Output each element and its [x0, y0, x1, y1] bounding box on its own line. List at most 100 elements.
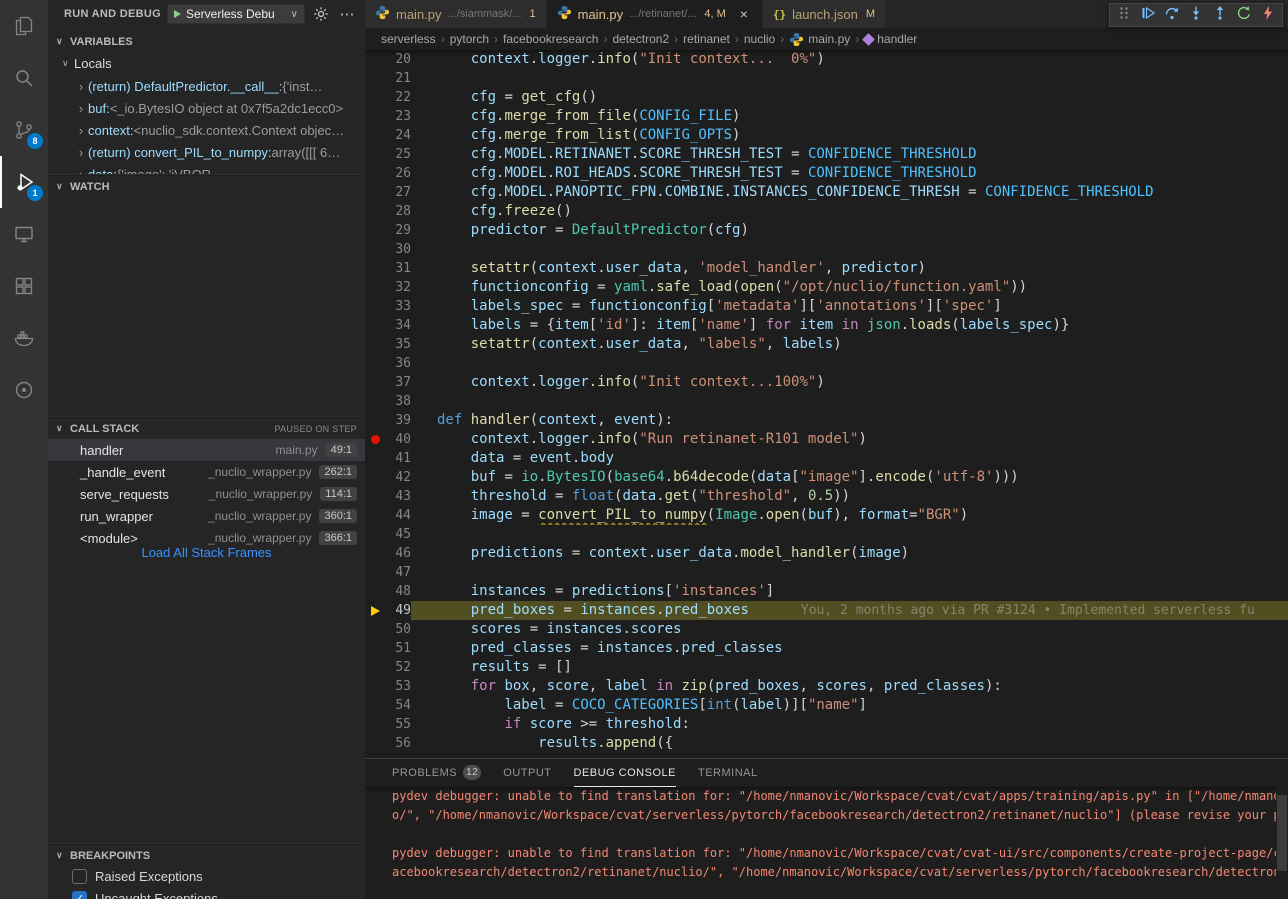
- activity-explorer[interactable]: [0, 0, 48, 52]
- breadcrumb-item-detectron2[interactable]: detectron2: [612, 32, 669, 46]
- gutter-glyph[interactable]: [365, 373, 385, 392]
- code-line[interactable]: 39def handler(context, event):: [365, 411, 1288, 430]
- gutter-glyph[interactable]: [365, 297, 385, 316]
- disconnect-button[interactable]: [1256, 4, 1280, 26]
- code-line[interactable]: 43 threshold = float(data.get("threshold…: [365, 487, 1288, 506]
- activity-source-control[interactable]: 8: [0, 104, 48, 156]
- checkbox[interactable]: [72, 869, 87, 884]
- code-line[interactable]: 56 results.append({: [365, 734, 1288, 753]
- gutter-glyph[interactable]: [365, 240, 385, 259]
- code-line[interactable]: 50 scores = instances.scores: [365, 620, 1288, 639]
- stack-frame[interactable]: run_wrapper_nuclio_wrapper.py360:1: [48, 505, 365, 527]
- load-all-stack-frames-link[interactable]: Load All Stack Frames: [48, 545, 365, 565]
- code-line[interactable]: 29 predictor = DefaultPredictor(cfg): [365, 221, 1288, 240]
- code-line[interactable]: 41 data = event.body: [365, 449, 1288, 468]
- code-line[interactable]: 48 instances = predictions['instances']: [365, 582, 1288, 601]
- code-line[interactable]: 23 cfg.merge_from_file(CONFIG_FILE): [365, 107, 1288, 126]
- gutter-glyph[interactable]: [365, 335, 385, 354]
- activity-remote-explorer[interactable]: [0, 208, 48, 260]
- step-over-button[interactable]: [1160, 4, 1184, 26]
- checkbox[interactable]: ✓: [72, 891, 87, 899]
- code-line[interactable]: 21: [365, 69, 1288, 88]
- panel-tab-problems[interactable]: PROBLEMS12: [392, 759, 481, 787]
- gutter-glyph[interactable]: [365, 316, 385, 335]
- debug-console-output[interactable]: pydev debugger: unable to find translati…: [365, 787, 1276, 899]
- code-line[interactable]: 45: [365, 525, 1288, 544]
- scope-locals[interactable]: ∨ Locals: [48, 52, 365, 74]
- code-line[interactable]: 46 predictions = context.user_data.model…: [365, 544, 1288, 563]
- gutter-glyph[interactable]: [365, 620, 385, 639]
- gutter-glyph[interactable]: [365, 696, 385, 715]
- variable-row[interactable]: ›(return) convert_PIL_to_numpy: array([[…: [48, 141, 365, 163]
- gear-icon[interactable]: [311, 4, 331, 24]
- gutter-glyph[interactable]: [365, 487, 385, 506]
- gutter-glyph[interactable]: [365, 639, 385, 658]
- variables-section-header[interactable]: ∨ VARIABLES: [48, 30, 365, 52]
- code-line[interactable]: 22 cfg = get_cfg(): [365, 88, 1288, 107]
- code-editor[interactable]: 20 context.logger.info("Init context... …: [365, 50, 1288, 758]
- panel-tab-terminal[interactable]: TERMINAL: [698, 759, 758, 787]
- editor-tab-main-py[interactable]: main.py.../siammask/...1: [365, 0, 547, 28]
- gutter-glyph[interactable]: [365, 50, 385, 69]
- more-actions-icon[interactable]: ⋯: [337, 4, 357, 24]
- breakpoint-icon[interactable]: [371, 435, 380, 444]
- gutter-glyph[interactable]: [365, 69, 385, 88]
- code-line[interactable]: 49 pred_boxes = instances.pred_boxesYou,…: [365, 601, 1288, 620]
- activity-docker[interactable]: [0, 312, 48, 364]
- breadcrumb-item-serverless[interactable]: serverless: [381, 32, 436, 46]
- breadcrumb-item-facebookresearch[interactable]: facebookresearch: [503, 32, 598, 46]
- code-line[interactable]: 36: [365, 354, 1288, 373]
- breadcrumb-item-main-py[interactable]: main.py: [789, 32, 850, 47]
- call-stack-section-header[interactable]: ∨ CALL STACK PAUSED ON STEP: [48, 417, 365, 439]
- code-line[interactable]: 20 context.logger.info("Init context... …: [365, 50, 1288, 69]
- breakpoint-row[interactable]: ✓Uncaught Exceptions: [48, 887, 365, 899]
- code-line[interactable]: 53 for box, score, label in zip(pred_box…: [365, 677, 1288, 696]
- gutter-glyph[interactable]: [365, 278, 385, 297]
- variable-row[interactable]: ›(return) DefaultPredictor.__call__: {'i…: [48, 75, 365, 97]
- code-line[interactable]: 44 image = convert_PIL_to_numpy(Image.op…: [365, 506, 1288, 525]
- gutter-glyph[interactable]: [365, 525, 385, 544]
- gutter-glyph[interactable]: [365, 658, 385, 677]
- gutter-glyph[interactable]: [365, 126, 385, 145]
- gutter-glyph[interactable]: [365, 164, 385, 183]
- breakpoints-section-header[interactable]: ∨ BREAKPOINTS: [48, 844, 365, 866]
- gutter-glyph[interactable]: [365, 107, 385, 126]
- variable-row[interactable]: ›buf: <_io.BytesIO object at 0x7f5a2dc1e…: [48, 97, 365, 119]
- breadcrumb-item-nuclio[interactable]: nuclio: [744, 32, 775, 46]
- watch-section-header[interactable]: ∨ WATCH: [48, 175, 365, 197]
- code-line[interactable]: 34 labels = {item['id']: item['name'] fo…: [365, 316, 1288, 335]
- activity-live-share[interactable]: [0, 364, 48, 416]
- breadcrumb-item-handler[interactable]: handler: [864, 32, 917, 46]
- editor-tab-launch-json[interactable]: {}launch.jsonM: [763, 0, 886, 28]
- code-line[interactable]: 51 pred_classes = instances.pred_classes: [365, 639, 1288, 658]
- gutter-glyph[interactable]: [365, 202, 385, 221]
- stack-frame[interactable]: serve_requests_nuclio_wrapper.py114:1: [48, 483, 365, 505]
- stack-frame[interactable]: handlermain.py49:1: [48, 439, 365, 461]
- step-into-button[interactable]: [1184, 4, 1208, 26]
- gutter-glyph[interactable]: [365, 411, 385, 430]
- code-line[interactable]: 37 context.logger.info("Init context...1…: [365, 373, 1288, 392]
- code-line[interactable]: 28 cfg.freeze(): [365, 202, 1288, 221]
- gutter-glyph[interactable]: [365, 582, 385, 601]
- code-line[interactable]: 26 cfg.MODEL.ROI_HEADS.SCORE_THRESH_TEST…: [365, 164, 1288, 183]
- gutter-glyph[interactable]: [365, 430, 385, 449]
- code-line[interactable]: 30: [365, 240, 1288, 259]
- panel-tab-debug-console[interactable]: DEBUG CONSOLE: [574, 759, 676, 787]
- code-line[interactable]: 32 functionconfig = yaml.safe_load(open(…: [365, 278, 1288, 297]
- code-line[interactable]: 25 cfg.MODEL.RETINANET.SCORE_THRESH_TEST…: [365, 145, 1288, 164]
- code-line[interactable]: 55 if score >= threshold:: [365, 715, 1288, 734]
- code-line[interactable]: 33 labels_spec = functionconfig['metadat…: [365, 297, 1288, 316]
- variable-row[interactable]: ›data: {'image': 'iVBOR…: [48, 163, 365, 175]
- code-line[interactable]: 40 context.logger.info("Run retinanet-R1…: [365, 430, 1288, 449]
- breadcrumb-item-pytorch[interactable]: pytorch: [450, 32, 489, 46]
- launch-config-select[interactable]: Serverless Debu ∨: [167, 4, 305, 24]
- panel-tab-output[interactable]: OUTPUT: [503, 759, 551, 787]
- gutter-glyph[interactable]: [365, 715, 385, 734]
- gutter-glyph[interactable]: [365, 145, 385, 164]
- gutter-glyph[interactable]: [365, 259, 385, 278]
- code-line[interactable]: 47: [365, 563, 1288, 582]
- gutter-glyph[interactable]: [365, 677, 385, 696]
- editor-tab-main-py[interactable]: main.py.../retinanet/...4, M×: [547, 0, 763, 28]
- gutter-glyph[interactable]: [365, 506, 385, 525]
- code-line[interactable]: 24 cfg.merge_from_list(CONFIG_OPTS): [365, 126, 1288, 145]
